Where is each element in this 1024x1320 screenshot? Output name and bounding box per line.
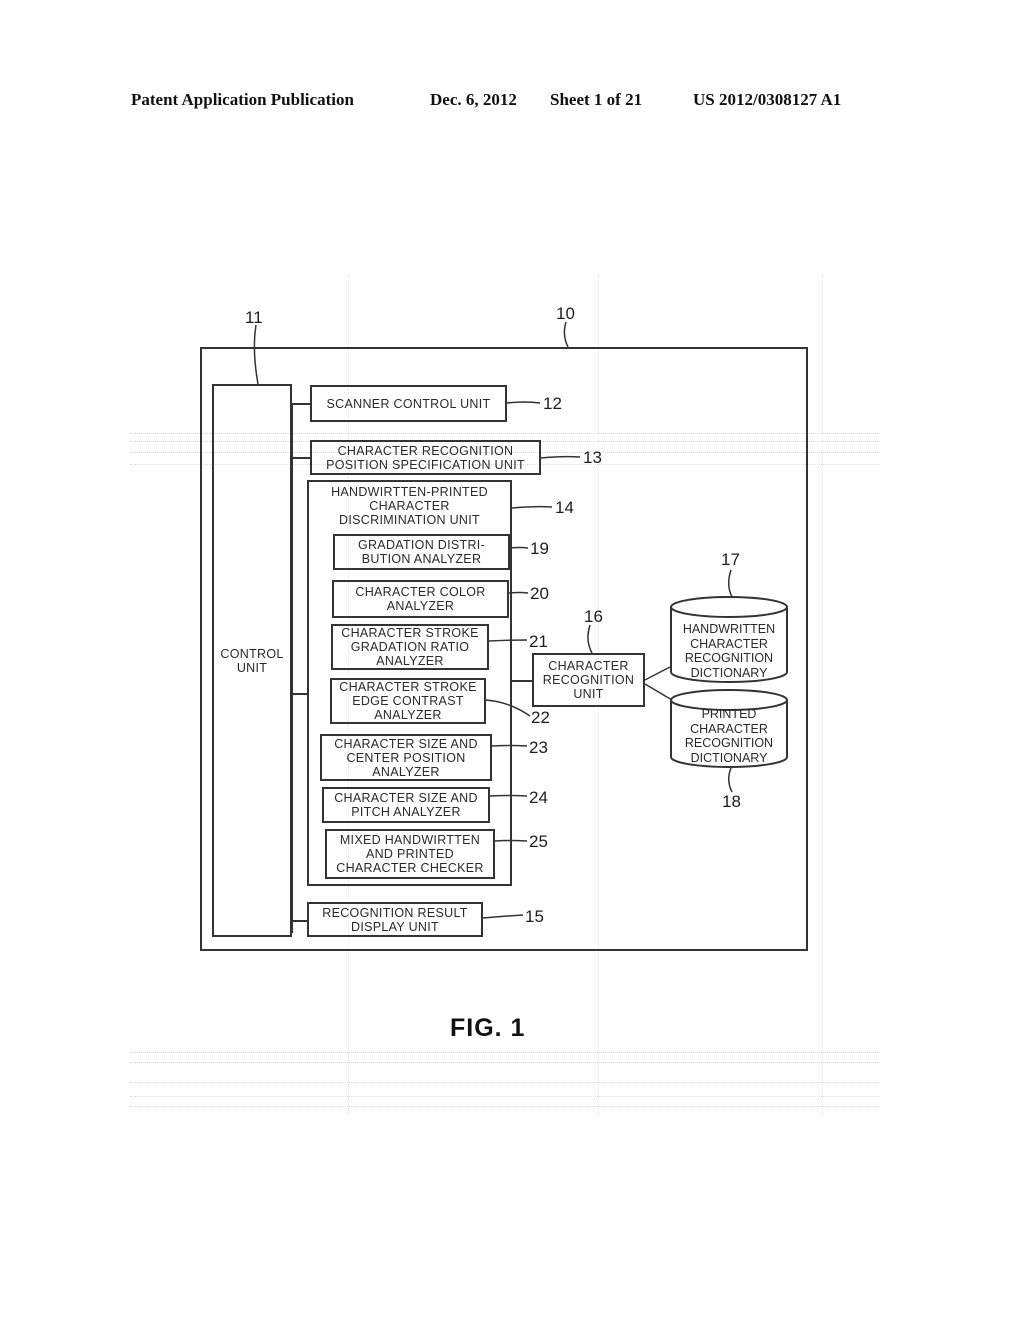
leader-line-15 — [482, 914, 524, 919]
handwritten-dictionary: HANDWRITTEN CHARACTER RECOGNITION DICTIO… — [682, 622, 776, 680]
leader-line-20 — [508, 591, 529, 594]
leader-line-24 — [489, 794, 528, 797]
leader-line-12 — [506, 401, 541, 404]
ref-label: 18 — [722, 792, 741, 811]
link-printed-dictionary — [644, 683, 673, 701]
leader-line-10 — [563, 321, 569, 348]
leader-line-22 — [485, 699, 531, 717]
leader-line-17 — [728, 569, 733, 598]
leader-line-13 — [540, 455, 581, 459]
handwritten-dictionary-top — [670, 596, 788, 618]
leader-line-18 — [728, 767, 733, 793]
leader-line-23 — [491, 744, 528, 747]
leader-line-21 — [488, 639, 528, 642]
leader-line-25 — [494, 839, 528, 842]
figure-caption: FIG. 1 — [450, 1014, 526, 1042]
link-handwritten-dictionary — [644, 666, 671, 681]
printed-dictionary: PRINTED CHARACTER RECOGNITION DICTIONARY — [684, 707, 774, 765]
leader-line-11 — [253, 324, 259, 385]
leader-line-16 — [587, 624, 593, 654]
diagram-lines — [253, 321, 788, 919]
ref-label: 17 — [721, 550, 740, 569]
leader-line-19 — [509, 546, 529, 549]
leader-line-14 — [511, 505, 553, 509]
